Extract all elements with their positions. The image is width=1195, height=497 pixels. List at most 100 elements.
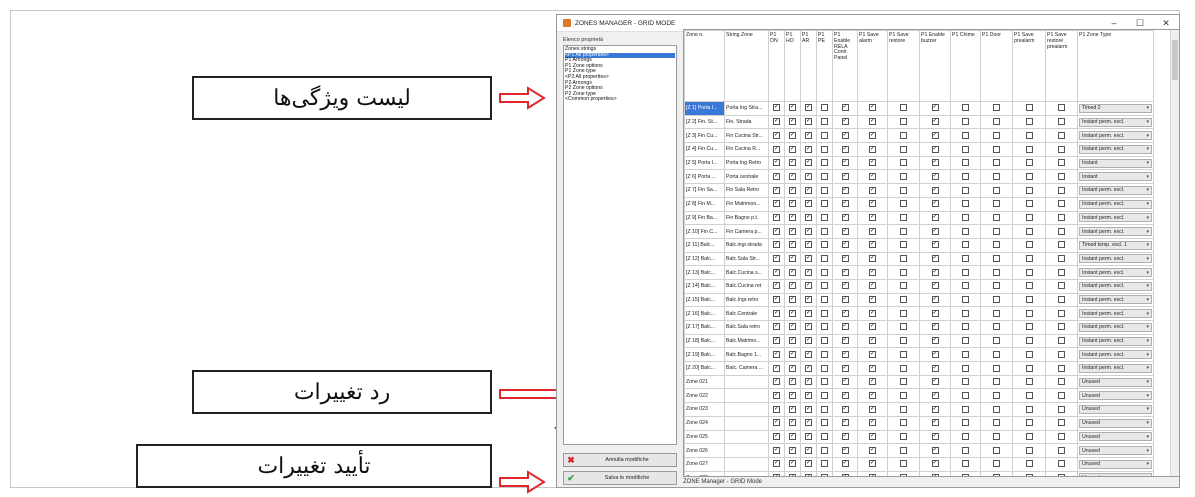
unchecked-checkbox[interactable] (993, 460, 1000, 468)
zone-type-dropdown[interactable]: Timed 2 ▾ (1079, 103, 1152, 113)
checked-checkbox[interactable]: ✓ (841, 255, 849, 263)
unchecked-checkbox[interactable] (962, 282, 969, 290)
checked-checkbox[interactable]: ✓ (773, 104, 780, 112)
unchecked-checkbox[interactable] (900, 296, 907, 304)
unchecked-checkbox[interactable] (1025, 419, 1033, 427)
checked-checkbox[interactable]: ✓ (841, 309, 849, 317)
zone-number-cell[interactable]: [Z 14] Balc... (684, 278, 725, 294)
property-list-item[interactable]: <Common properties> (565, 97, 675, 103)
checked-checkbox[interactable]: ✓ (789, 268, 796, 276)
checked-checkbox[interactable]: ✓ (789, 460, 796, 468)
checked-checkbox[interactable]: ✓ (841, 432, 849, 440)
checked-checkbox[interactable]: ✓ (841, 296, 849, 304)
checked-checkbox[interactable]: ✓ (789, 446, 796, 454)
checked-checkbox[interactable]: ✓ (869, 268, 876, 276)
zone-type-dropdown[interactable]: Instant ▾ (1079, 172, 1152, 182)
checked-checkbox[interactable]: ✓ (773, 282, 780, 290)
unchecked-checkbox[interactable] (1025, 186, 1033, 194)
unchecked-checkbox[interactable] (1058, 282, 1065, 290)
unchecked-checkbox[interactable] (962, 104, 969, 112)
unchecked-checkbox[interactable] (1025, 241, 1033, 249)
unchecked-checkbox[interactable] (821, 186, 828, 194)
checked-checkbox[interactable]: ✓ (841, 282, 849, 290)
column-header[interactable]: P1 HO (784, 30, 801, 102)
unchecked-checkbox[interactable] (821, 296, 828, 304)
unchecked-checkbox[interactable] (1025, 337, 1033, 345)
zone-string-cell[interactable]: Fin Cucina R... (724, 142, 769, 157)
checked-checkbox[interactable]: ✓ (773, 200, 780, 208)
unchecked-checkbox[interactable] (1058, 104, 1065, 112)
unchecked-checkbox[interactable] (900, 200, 907, 208)
unchecked-checkbox[interactable] (993, 255, 1000, 263)
zone-string-cell[interactable]: Balc.Sala Str... (724, 251, 769, 267)
unchecked-checkbox[interactable] (821, 350, 828, 358)
checked-checkbox[interactable]: ✓ (841, 159, 849, 167)
unchecked-checkbox[interactable] (1058, 432, 1065, 440)
unchecked-checkbox[interactable] (900, 241, 907, 249)
zone-type-dropdown[interactable]: Unused ▾ (1079, 459, 1152, 469)
checked-checkbox[interactable]: ✓ (869, 131, 876, 139)
zone-number-cell[interactable]: [Z 11] Balc... (684, 237, 725, 253)
unchecked-checkbox[interactable] (900, 391, 907, 399)
unchecked-checkbox[interactable] (1025, 213, 1033, 221)
unchecked-checkbox[interactable] (962, 446, 969, 454)
unchecked-checkbox[interactable] (962, 323, 969, 331)
checked-checkbox[interactable]: ✓ (789, 337, 796, 345)
zone-number-cell[interactable]: [Z 2] Fin. St... (684, 114, 725, 130)
checked-checkbox[interactable]: ✓ (805, 213, 812, 221)
zone-string-cell[interactable]: Fin Sala Retro (724, 183, 769, 198)
column-header[interactable]: P1 Save restore prealarm (1045, 30, 1078, 102)
zone-type-dropdown[interactable]: Instant perm. excl. ▾ (1079, 144, 1152, 154)
checked-checkbox[interactable]: ✓ (931, 350, 939, 358)
checked-checkbox[interactable]: ✓ (773, 432, 780, 440)
unchecked-checkbox[interactable] (1058, 118, 1065, 126)
checked-checkbox[interactable]: ✓ (789, 213, 796, 221)
unchecked-checkbox[interactable] (900, 227, 907, 235)
unchecked-checkbox[interactable] (1058, 159, 1065, 167)
checked-checkbox[interactable]: ✓ (869, 446, 876, 454)
checked-checkbox[interactable]: ✓ (869, 282, 876, 290)
checked-checkbox[interactable]: ✓ (931, 364, 939, 372)
checked-checkbox[interactable]: ✓ (931, 432, 939, 440)
zone-string-cell[interactable]: Fin Bagno p.t. (724, 210, 769, 226)
zone-type-dropdown[interactable]: Instant perm. excl. ▾ (1079, 131, 1152, 141)
unchecked-checkbox[interactable] (900, 268, 907, 276)
unchecked-checkbox[interactable] (900, 145, 907, 153)
checked-checkbox[interactable]: ✓ (931, 241, 939, 249)
unchecked-checkbox[interactable] (821, 268, 828, 276)
zone-string-cell[interactable]: Balc.Matrimo... (724, 333, 769, 349)
unchecked-checkbox[interactable] (993, 405, 1000, 413)
unchecked-checkbox[interactable] (962, 474, 969, 476)
checked-checkbox[interactable]: ✓ (931, 213, 939, 221)
unchecked-checkbox[interactable] (962, 405, 969, 413)
checked-checkbox[interactable]: ✓ (789, 474, 796, 476)
zone-number-cell[interactable]: [Z 4] Fin Cu... (684, 142, 725, 157)
checked-checkbox[interactable]: ✓ (805, 350, 812, 358)
zone-type-dropdown[interactable]: Instant perm. excl. ▾ (1079, 268, 1152, 278)
unchecked-checkbox[interactable] (962, 378, 969, 386)
unchecked-checkbox[interactable] (1058, 378, 1065, 386)
unchecked-checkbox[interactable] (821, 391, 828, 399)
checked-checkbox[interactable]: ✓ (931, 323, 939, 331)
unchecked-checkbox[interactable] (900, 118, 907, 126)
checked-checkbox[interactable]: ✓ (869, 337, 876, 345)
checked-checkbox[interactable]: ✓ (931, 118, 939, 126)
unchecked-checkbox[interactable] (1058, 296, 1065, 304)
unchecked-checkbox[interactable] (1058, 268, 1065, 276)
checked-checkbox[interactable]: ✓ (773, 159, 780, 167)
checked-checkbox[interactable]: ✓ (789, 432, 796, 440)
unchecked-checkbox[interactable] (900, 186, 907, 194)
column-header[interactable]: P1 ON (768, 30, 785, 102)
checked-checkbox[interactable]: ✓ (805, 159, 812, 167)
checked-checkbox[interactable]: ✓ (789, 282, 796, 290)
checked-checkbox[interactable]: ✓ (869, 200, 876, 208)
unchecked-checkbox[interactable] (1025, 227, 1033, 235)
unchecked-checkbox[interactable] (1025, 268, 1033, 276)
checked-checkbox[interactable]: ✓ (841, 323, 849, 331)
checked-checkbox[interactable]: ✓ (869, 213, 876, 221)
checked-checkbox[interactable]: ✓ (805, 172, 812, 180)
column-header[interactable]: P1 Save restore (887, 30, 920, 102)
checked-checkbox[interactable]: ✓ (805, 309, 812, 317)
unchecked-checkbox[interactable] (1025, 118, 1033, 126)
unchecked-checkbox[interactable] (1058, 446, 1065, 454)
